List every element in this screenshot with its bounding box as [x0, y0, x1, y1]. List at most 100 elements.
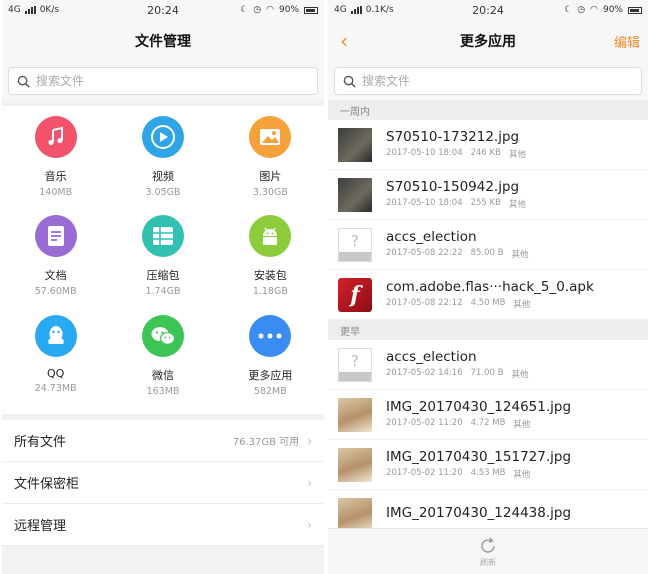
row-label: 远程管理	[14, 519, 67, 534]
image-thumbnail	[338, 397, 372, 432]
file-name: IMG_20170430_124438.jpg	[386, 505, 572, 521]
file-name: IMG_20170430_151727.jpg	[386, 449, 572, 465]
category-more-apps[interactable]: 更多应用 582MB	[217, 314, 324, 413]
search-box[interactable]	[334, 67, 642, 95]
menu-list: 所有文件 76.37GB 可用 › 文件保密柜 › 远程管理 ›	[2, 420, 324, 546]
category-music[interactable]: 音乐 140MB	[2, 116, 109, 214]
header: 文件管理	[2, 20, 324, 62]
search-input[interactable]	[362, 74, 602, 88]
category-video[interactable]: 视频 3.05GB	[109, 116, 216, 214]
refresh-label: 刷新	[480, 557, 496, 567]
file-size: 246 KB	[470, 148, 501, 158]
file-type: 其他	[508, 200, 526, 210]
file-size: 4.72 MB	[470, 418, 506, 428]
category-name: 文档	[44, 269, 67, 283]
search-icon	[343, 75, 356, 88]
file-date: 2017-05-02 11:20	[386, 468, 463, 478]
section-header: 一周内	[328, 100, 648, 120]
free-space: 76.37GB 可用	[232, 437, 300, 448]
category-size: 57.60MB	[34, 286, 77, 298]
file-manager-screen: 4G 0K/s 20:24 ☾ ◷ ◠ 90% 文件管理 音乐 140MB	[2, 0, 324, 574]
qq-icon	[34, 314, 77, 357]
category-name: 视频	[151, 170, 174, 183]
category-name: 图片	[259, 170, 282, 183]
file-list: 一周内 S70510-173212.jpg 2017-05-10 18:04 24…	[328, 100, 648, 540]
file-name: accs_election	[386, 349, 477, 365]
file-name: accs_election	[386, 229, 477, 245]
status-bar: 4G 0.1K/s 20:24 ☾ ◷ ◠ 90%	[328, 0, 648, 20]
file-date: 2017-05-02 14:16	[386, 368, 463, 378]
file-row[interactable]: ? accs_election 2017-05-02 14:16 71.00 B 其…	[328, 340, 648, 390]
file-row[interactable]: S70510-150942.jpg 2017-05-10 18:04 255 KB…	[328, 170, 648, 220]
search-input[interactable]	[36, 74, 276, 88]
moon-icon: ☾	[564, 5, 573, 15]
all-files-row[interactable]: 所有文件 76.37GB 可用 ›	[2, 420, 324, 462]
file-type: 其他	[513, 470, 531, 480]
file-type: 其他	[513, 300, 531, 310]
flash-apk-icon: f	[338, 277, 372, 312]
category-archives[interactable]: 压缩包 1.74GB	[109, 215, 216, 313]
category-name: 音乐	[44, 170, 67, 183]
category-name: 微信	[151, 368, 174, 382]
alarm-icon: ◷	[253, 5, 262, 15]
file-type: 其他	[511, 250, 529, 260]
category-grid: 音乐 140MB 视频 3.05GB 图片 3.30GB 文档 57.60MB	[2, 106, 324, 414]
chevron-right-icon: ›	[307, 517, 312, 532]
refresh-button[interactable]: 刷新	[328, 528, 648, 574]
alarm-icon: ◷	[577, 5, 586, 15]
file-size: 4.53 MB	[470, 468, 506, 478]
file-row[interactable]: ? accs_election 2017-05-08 22:22 85.00 B 其…	[328, 220, 648, 270]
search-box[interactable]	[8, 67, 318, 95]
category-documents[interactable]: 文档 57.60MB	[2, 215, 109, 313]
unknown-file-icon: ?	[338, 347, 372, 382]
file-row[interactable]: IMG_20170430_124651.jpg 2017-05-02 11:20…	[328, 390, 648, 440]
category-size: 24.73MB	[34, 382, 77, 394]
battery-percent: 90%	[278, 5, 299, 15]
remote-management-row[interactable]: 远程管理 ›	[2, 504, 324, 546]
file-size: 71.00 B	[470, 368, 504, 378]
refresh-icon	[481, 537, 495, 553]
back-arrow-icon[interactable]: ‹	[340, 29, 348, 53]
file-type: 其他	[513, 420, 531, 430]
category-name: QQ	[47, 366, 65, 380]
category-apk[interactable]: 安装包 1.18GB	[217, 215, 324, 313]
battery-icon	[628, 6, 642, 14]
category-images[interactable]: 图片 3.30GB	[217, 116, 324, 214]
file-name: IMG_20170430_124651.jpg	[386, 399, 572, 415]
category-size: 3.30GB	[252, 187, 288, 198]
document-icon	[34, 215, 77, 258]
chevron-right-icon: ›	[307, 475, 312, 490]
more-apps-screen: 4G 0.1K/s 20:24 ☾ ◷ ◠ 90% ‹ 更多应用 编辑 一周内 …	[328, 0, 648, 574]
file-row[interactable]: S70510-173212.jpg 2017-05-10 18:04 246 KB…	[328, 120, 648, 170]
unknown-file-icon: ?	[338, 227, 372, 262]
wifi-icon: ◠	[590, 5, 598, 15]
category-size: 582MB	[253, 385, 287, 397]
wifi-icon: ◠	[266, 5, 274, 15]
battery-icon	[304, 6, 318, 14]
image-thumbnail	[338, 447, 372, 482]
edit-button[interactable]: 编辑	[614, 32, 640, 51]
row-label: 文件保密柜	[14, 477, 80, 492]
file-row[interactable]: IMG_20170430_151727.jpg 2017-05-02 11:20…	[328, 440, 648, 490]
wechat-icon	[141, 314, 184, 357]
file-row[interactable]: f com.adobe.flas···hack_5_0.apk 2017-05-…	[328, 270, 648, 320]
music-icon	[34, 116, 77, 158]
file-date: 2017-05-08 22:22	[386, 248, 463, 258]
page-title: 文件管理	[135, 34, 191, 50]
category-size: 1.74GB	[145, 286, 181, 298]
section-header: 更早	[328, 320, 648, 340]
category-name: 安装包	[253, 269, 287, 283]
file-date: 2017-05-10 18:04	[386, 198, 463, 208]
category-size: 3.05GB	[145, 187, 181, 198]
file-size: 4.50 MB	[470, 298, 506, 308]
category-name: 更多应用	[248, 368, 293, 382]
file-safe-row[interactable]: 文件保密柜 ›	[2, 462, 324, 504]
category-qq[interactable]: QQ 24.73MB	[2, 314, 109, 413]
file-name: com.adobe.flas···hack_5_0.apk	[386, 279, 594, 295]
category-wechat[interactable]: 微信 163MB	[109, 314, 216, 413]
video-icon	[141, 116, 184, 158]
file-type: 其他	[508, 150, 526, 160]
more-icon	[249, 314, 292, 357]
row-label: 所有文件	[14, 435, 67, 450]
file-name: S70510-173212.jpg	[386, 129, 520, 145]
